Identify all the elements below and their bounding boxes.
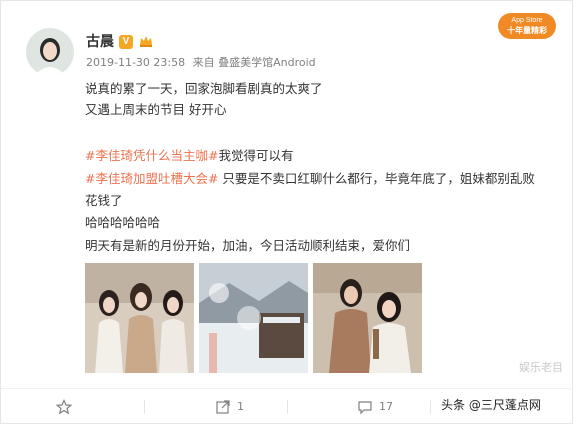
post-source[interactable]: 叠盛美学馆Android bbox=[218, 56, 316, 69]
comment-icon bbox=[358, 401, 372, 415]
username[interactable]: 古晨 bbox=[86, 33, 114, 51]
hashtag-link[interactable]: #李佳琦加盟吐槽大会# bbox=[85, 171, 218, 186]
post-image-1[interactable] bbox=[85, 263, 194, 373]
weibo-post-card: 古晨 V App Store 十年量精彩 2019-11-30 23:58 来自… bbox=[0, 0, 573, 424]
post-line-5: #李佳琦加盟吐槽大会# 只要是不卖口红聊什么都行，毕竟年底了，姐妹都别乱败 bbox=[85, 171, 535, 187]
comment-button[interactable]: 17 bbox=[357, 399, 393, 415]
star-icon bbox=[56, 399, 72, 415]
watermark-right: 娱乐老目 bbox=[519, 361, 563, 374]
crown-badge-icon bbox=[138, 33, 154, 49]
post-line-2: 又遇上周末的节目 好开心 bbox=[85, 102, 227, 117]
app-store-badge-line2: 十年量精彩 bbox=[507, 26, 547, 35]
action-divider bbox=[430, 400, 431, 414]
post-line-4-text: 我觉得可以有 bbox=[218, 148, 294, 163]
post-line-4: #李佳琦凭什么当主咖#我觉得可以有 bbox=[85, 148, 293, 164]
verified-badge-icon: V bbox=[119, 35, 133, 49]
from-label: 来自 bbox=[192, 56, 215, 69]
repost-button[interactable]: 1 bbox=[215, 399, 244, 415]
post-line-5-text: 只要是不卖口红聊什么都行，毕竟年底了，姐妹都别乱败 bbox=[218, 171, 535, 186]
like-count: 17 bbox=[379, 400, 393, 413]
repost-count: 1 bbox=[237, 400, 244, 413]
app-store-badge[interactable]: App Store 十年量精彩 bbox=[498, 13, 556, 39]
post-line-7: 哈哈哈哈哈哈 bbox=[85, 215, 161, 230]
post-line-1: 说真的累了一天，回家泡脚看剧真的太爽了 bbox=[85, 81, 323, 96]
hashtag-link[interactable]: #李佳琦凭什么当主咖# bbox=[85, 148, 218, 163]
post-image-2[interactable] bbox=[199, 263, 308, 373]
action-divider bbox=[287, 400, 288, 414]
post-meta: 2019-11-30 23:58 来自 叠盛美学馆Android bbox=[86, 56, 316, 70]
post-line-6: 花钱了 bbox=[85, 193, 123, 208]
action-divider bbox=[144, 400, 145, 414]
watermark-bottom: 头条 @三尺蓬点网 bbox=[441, 398, 541, 412]
favorite-button[interactable] bbox=[56, 399, 72, 415]
post-image-3[interactable] bbox=[313, 263, 422, 373]
post-datetime[interactable]: 2019-11-30 23:58 bbox=[86, 56, 185, 69]
post-line-8: 明天有是新的月份开始，加油，今日活动顺利结束，爱你们 bbox=[85, 238, 411, 253]
user-avatar[interactable] bbox=[26, 28, 74, 76]
app-store-badge-line1: App Store bbox=[511, 17, 543, 24]
repost-icon bbox=[216, 400, 230, 414]
